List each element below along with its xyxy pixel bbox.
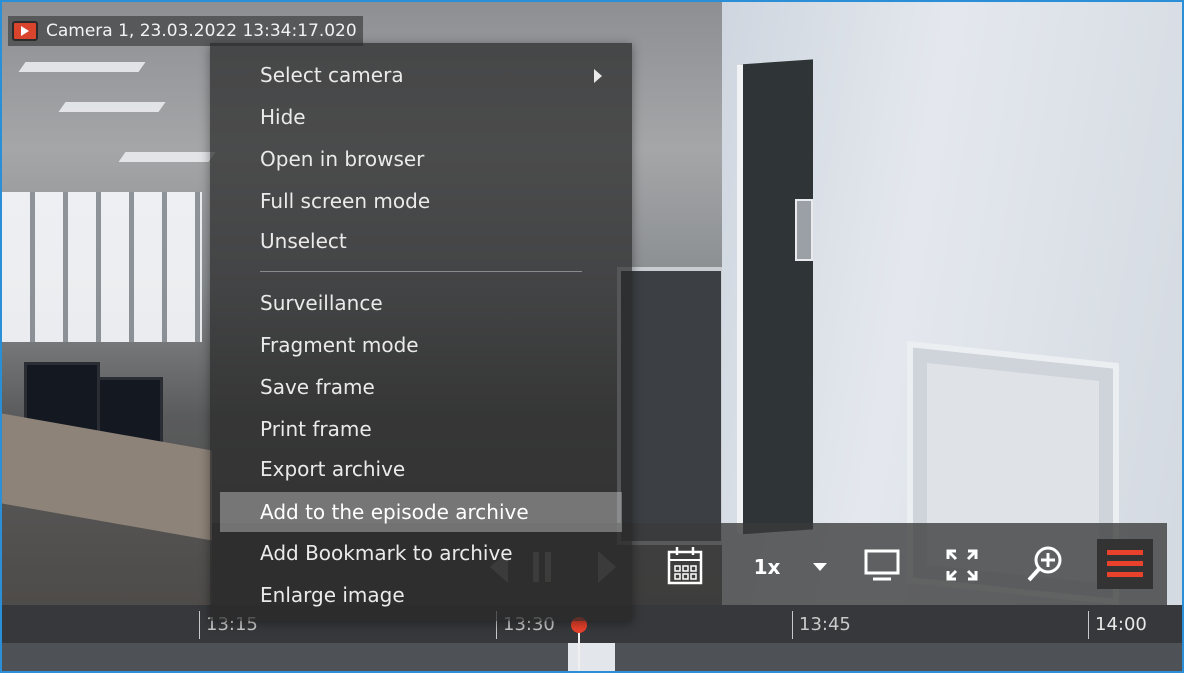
- speed-dropdown-button[interactable]: [808, 547, 832, 587]
- glass-partition: [617, 267, 725, 545]
- archive-segment[interactable]: [568, 643, 615, 671]
- wall-switch: [795, 199, 813, 261]
- camera-title: Camera 1, 23.03.2022 13:34:17.020: [46, 21, 357, 41]
- hamburger-menu-icon: [1107, 550, 1143, 577]
- menu-item-unselect[interactable]: Unselect: [220, 223, 622, 259]
- camera-title-bar: Camera 1, 23.03.2022 13:34:17.020: [8, 16, 363, 46]
- timeline-tick: 13:45: [792, 611, 851, 639]
- fullscreen-icon: [946, 549, 978, 581]
- ceiling-light: [118, 152, 216, 162]
- monitor-icon: [864, 549, 900, 581]
- calendar-icon: [667, 547, 703, 585]
- camera-viewport[interactable]: Camera 1, 23.03.2022 13:34:17.020 1x 13:…: [0, 0, 1184, 673]
- office-window: [2, 192, 202, 342]
- menu-separator: [260, 271, 582, 272]
- ceiling-light: [58, 102, 166, 112]
- fullscreen-button[interactable]: [940, 543, 984, 587]
- menu-item-add-bookmark[interactable]: Add Bookmark to archive: [220, 535, 622, 571]
- menu-item-add-to-episode-archive[interactable]: Add to the episode archive: [220, 492, 622, 532]
- zoom-button[interactable]: [1022, 541, 1068, 587]
- camera-record-icon: [12, 21, 38, 41]
- menu-item-full-screen-mode[interactable]: Full screen mode: [220, 183, 622, 219]
- chevron-down-icon: [813, 563, 827, 571]
- menu-item-select-camera[interactable]: Select camera: [220, 57, 622, 93]
- menu-item-print-frame[interactable]: Print frame: [220, 411, 622, 447]
- menu-button[interactable]: [1097, 539, 1153, 589]
- menu-item-fragment-mode[interactable]: Fragment mode: [220, 327, 622, 363]
- menu-item-export-archive[interactable]: Export archive: [220, 451, 622, 487]
- calendar-button[interactable]: [665, 543, 705, 587]
- menu-item-open-in-browser[interactable]: Open in browser: [220, 141, 622, 177]
- menu-item-label: Select camera: [260, 63, 404, 87]
- ceiling-light: [18, 62, 146, 72]
- doorway: [737, 59, 813, 535]
- menu-item-surveillance[interactable]: Surveillance: [220, 285, 622, 321]
- zoom-in-icon: [1027, 546, 1062, 582]
- monitor-button[interactable]: [860, 543, 904, 587]
- chevron-right-icon: [594, 69, 602, 83]
- menu-item-hide[interactable]: Hide: [220, 99, 622, 135]
- menu-item-enlarge-image[interactable]: Enlarge image: [220, 577, 622, 613]
- speed-button[interactable]: 1x: [747, 547, 787, 587]
- context-menu: Select camera Hide Open in browser Full …: [210, 43, 632, 621]
- office-desk: [2, 413, 212, 541]
- timeline-tick: 14:00: [1088, 611, 1147, 639]
- menu-item-save-frame[interactable]: Save frame: [220, 369, 622, 405]
